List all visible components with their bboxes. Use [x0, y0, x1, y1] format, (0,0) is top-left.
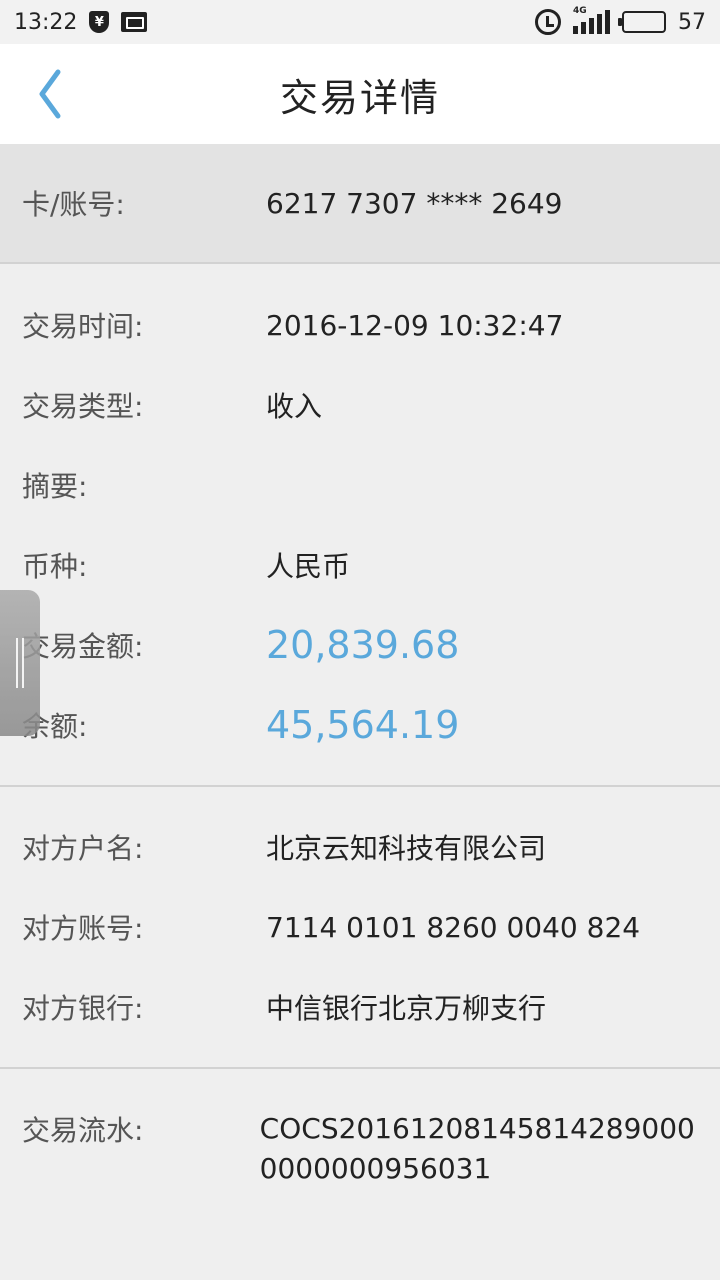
- counterparty-bank-row: 对方银行: 中信银行北京万柳支行: [0, 967, 720, 1047]
- battery-icon: [618, 11, 666, 33]
- status-bar: 13:22 ¥ 4G 57: [0, 0, 720, 44]
- amount-value: 20,839.68: [266, 623, 460, 667]
- serial-number-value: COCS201612081458142890000000000956031: [259, 1112, 695, 1185]
- status-bar-right: 4G 57: [535, 6, 706, 35]
- network-type-label: 4G: [573, 6, 587, 16]
- grip-line: [22, 638, 24, 688]
- transaction-type-label: 交易类型:: [22, 390, 144, 423]
- grip-line: [16, 638, 18, 688]
- balance-label: 余额:: [22, 710, 88, 743]
- counterparty-name-row: 对方户名: 北京云知科技有限公司: [0, 807, 720, 887]
- currency-value: 人民币: [266, 550, 351, 583]
- currency-label: 币种:: [22, 550, 88, 583]
- card-account-value: 6217 7307 **** 2649: [266, 186, 563, 220]
- counterparty-bank-value: 中信银行北京万柳支行: [266, 992, 547, 1025]
- transaction-time-value: 2016-12-09 10:32:47: [266, 308, 564, 342]
- signal-strength-icon: 4G: [573, 6, 610, 34]
- summary-label: 摘要:: [22, 470, 88, 503]
- transaction-type-value: 收入: [266, 390, 323, 423]
- card-account-row: 卡/账号: 6217 7307 **** 2649: [0, 144, 720, 264]
- card-account-label: 卡/账号:: [22, 188, 125, 221]
- balance-value: 45,564.19: [266, 703, 460, 747]
- amount-label: 交易金额:: [22, 630, 144, 663]
- floating-side-handle[interactable]: [0, 590, 40, 736]
- currency-row: 币种: 人民币: [0, 525, 720, 605]
- transaction-time-row: 交易时间: 2016-12-09 10:32:47: [0, 285, 720, 365]
- counterparty-account-value: 7114 0101 8260 0040 824: [266, 910, 641, 944]
- amount-row: 交易金额: 20,839.68: [0, 605, 720, 685]
- balance-row: 余额: 45,564.19: [0, 685, 720, 765]
- status-bar-left: 13:22 ¥: [14, 9, 148, 35]
- serial-number-row: 交易流水: COCS201612081458142890000000000956…: [0, 1069, 720, 1189]
- counterparty-bank-label: 对方银行:: [22, 992, 144, 1025]
- page-title: 交易详情: [279, 75, 440, 120]
- counterparty-section: 对方户名: 北京云知科技有限公司 对方账号: 7114 0101 8260 00…: [0, 787, 720, 1069]
- summary-row: 摘要:: [0, 445, 720, 525]
- back-arrow-icon[interactable]: [30, 66, 74, 122]
- counterparty-account-label: 对方账号:: [22, 912, 144, 945]
- app-header: 交易详情: [0, 44, 720, 144]
- counterparty-name-label: 对方户名:: [22, 832, 144, 865]
- serial-number-label: 交易流水:: [22, 1114, 144, 1147]
- counterparty-account-row: 对方账号: 7114 0101 8260 0040 824: [0, 887, 720, 967]
- alarm-clock-icon: [535, 9, 561, 35]
- yuan-shield-icon: ¥: [89, 11, 110, 33]
- battery-level: 57: [678, 9, 706, 35]
- status-time: 13:22: [14, 9, 78, 35]
- notification-icon: [121, 12, 148, 32]
- counterparty-name-value: 北京云知科技有限公司: [266, 832, 547, 865]
- transaction-type-row: 交易类型: 收入: [0, 365, 720, 445]
- transaction-info-section: 交易时间: 2016-12-09 10:32:47 交易类型: 收入 摘要: 币…: [0, 264, 720, 787]
- transaction-time-label: 交易时间:: [22, 310, 144, 343]
